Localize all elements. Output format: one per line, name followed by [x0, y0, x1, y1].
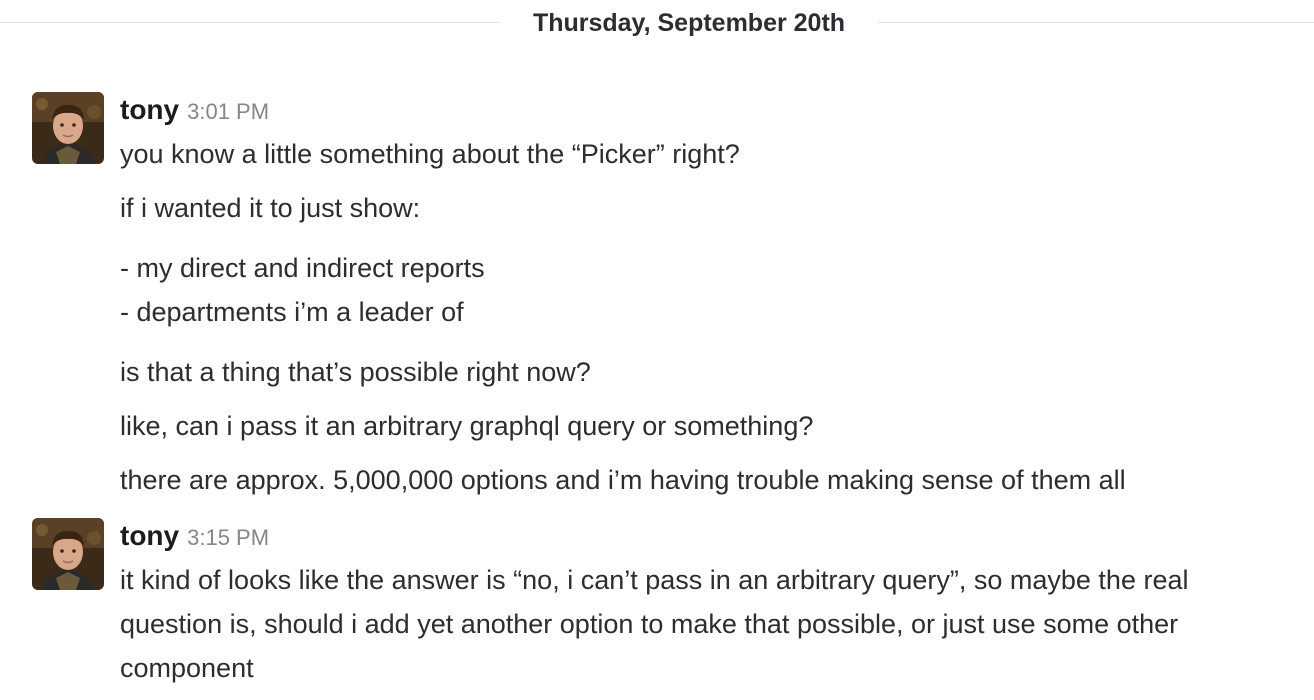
author-name[interactable]: tony: [120, 520, 179, 551]
day-divider-rule-right: [878, 22, 1314, 23]
message-line: is that a thing that’s possible right no…: [120, 357, 591, 387]
message-timestamp[interactable]: 3:15 PM: [187, 525, 269, 550]
message-header: tony 3:15 PM: [120, 519, 269, 558]
author-name[interactable]: tony: [120, 94, 179, 125]
message-line: component: [120, 653, 254, 683]
avatar[interactable]: [32, 92, 104, 164]
message-line: - my direct and indirect reports: [120, 253, 485, 283]
day-divider-rule-left: [0, 22, 500, 23]
user-avatar-icon: [32, 518, 104, 590]
message-line: it kind of looks like the answer is “no,…: [120, 565, 1189, 595]
message-line: you know a little something about the “P…: [120, 139, 740, 169]
message-line: there are approx. 5,000,000 options and …: [120, 465, 1126, 495]
message-line: if i wanted it to just show:: [120, 193, 421, 223]
user-avatar-icon: [32, 92, 104, 164]
message-line: - departments i’m a leader of: [120, 297, 464, 327]
message-header: tony 3:01 PM: [120, 93, 269, 132]
message-timestamp[interactable]: 3:01 PM: [187, 99, 269, 124]
avatar[interactable]: [32, 518, 104, 590]
day-divider: Thursday, September 20th: [0, 0, 1314, 48]
message-line: question is, should i add yet another op…: [120, 609, 1179, 639]
message-line: like, can i pass it an arbitrary graphql…: [120, 411, 814, 441]
day-divider-label[interactable]: Thursday, September 20th: [500, 8, 878, 38]
